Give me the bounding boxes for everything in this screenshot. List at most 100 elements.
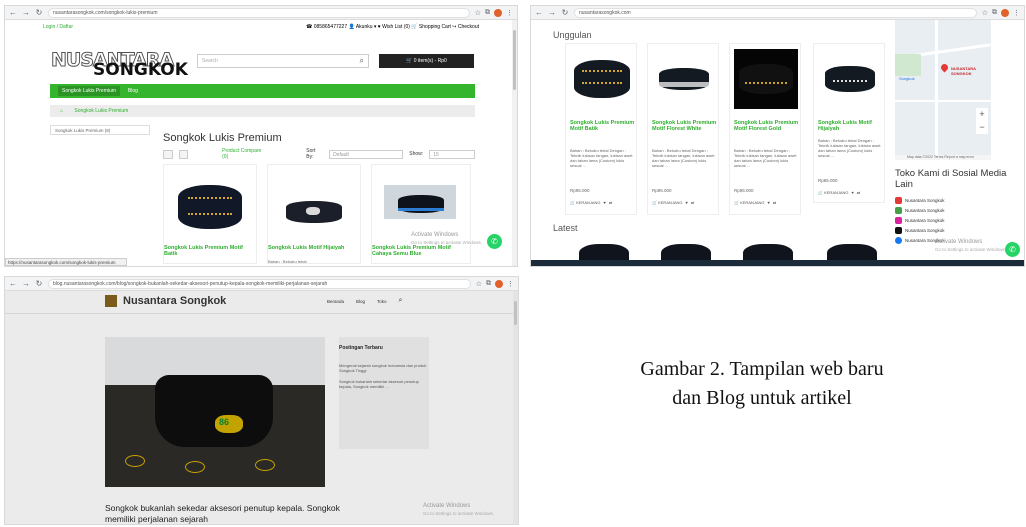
wishlist-icon[interactable]: ♥	[852, 190, 854, 195]
extensions-icon[interactable]: ⧉	[485, 9, 490, 17]
back-icon[interactable]: ←	[9, 279, 17, 288]
star-icon[interactable]: ☆	[475, 9, 481, 17]
account-links[interactable]: ☎ 085865477227 👤 Akunku ▾ ♥ Wish List (0…	[306, 24, 479, 30]
recent-post-link[interactable]: Songkok bukanlah sekedar aksesori penutu…	[339, 379, 429, 389]
menu-toko[interactable]: Toko	[377, 299, 387, 305]
add-to-cart-button[interactable]: 🛒 KERANJANG	[734, 200, 765, 205]
logo-bottom-text: SONGKOK	[93, 60, 188, 80]
star-icon[interactable]: ☆	[982, 9, 988, 17]
product-image[interactable]	[652, 49, 716, 109]
reload-icon[interactable]: ↻	[561, 8, 569, 17]
wishlist-icon[interactable]: ♥	[604, 200, 606, 205]
search-icon[interactable]: ⌕	[360, 56, 364, 66]
profile-avatar[interactable]	[494, 8, 502, 17]
whatsapp-icon[interactable]: ✆	[487, 234, 502, 249]
product-image[interactable]	[570, 49, 634, 109]
address-bar[interactable]: nusantarasongkok.com	[574, 7, 977, 18]
white-emblem	[306, 207, 320, 215]
product-card[interactable]: Songkok Lukis Premium Motif Florest Gold…	[729, 43, 801, 215]
product-image[interactable]	[734, 49, 798, 109]
product-card[interactable]: Songkok Lukis Premium Motif Florest Whit…	[647, 43, 719, 215]
scroll-thumb[interactable]	[513, 30, 516, 90]
featured-image[interactable]: 86	[105, 337, 325, 487]
map-zoom-control[interactable]: + −	[976, 108, 988, 134]
back-icon[interactable]: ←	[9, 8, 17, 17]
home-icon[interactable]: ⌂	[60, 108, 63, 114]
social-item[interactable]: Nusantara Songkok	[895, 225, 945, 235]
search-input[interactable]: Search ⌕	[197, 54, 369, 68]
product-name[interactable]: Songkok Lukis Premium Motif Batik	[164, 245, 256, 257]
breadcrumb-item[interactable]: Songkok Lukis Premium	[74, 108, 128, 114]
product-name[interactable]: Songkok Lukis Premium Motif Cahaya Semu …	[372, 245, 470, 257]
zoom-in-icon[interactable]: +	[976, 108, 988, 121]
product-card[interactable]: Songkok Lukis Motif Hijaiyah Bahan : Bel…	[267, 164, 361, 264]
address-bar[interactable]: blog.nusantarasongkok.com/blog/songkok-b…	[48, 278, 471, 289]
back-icon[interactable]: ←	[535, 8, 543, 17]
product-card[interactable]: Songkok Lukis Premium Motif Batik	[163, 164, 257, 264]
forward-icon[interactable]: →	[22, 279, 30, 288]
sidebar-category[interactable]: Songkok Lukis Premium (8)	[50, 125, 150, 135]
profile-avatar[interactable]	[495, 279, 503, 288]
search-icon[interactable]: ⌕	[399, 297, 403, 305]
compare-icon[interactable]: ⇄	[609, 200, 612, 205]
extensions-icon[interactable]: ⧉	[992, 9, 997, 17]
profile-avatar[interactable]	[1001, 8, 1009, 17]
product-image[interactable]	[384, 185, 456, 219]
address-bar[interactable]: nusantarasongkok.com/songkok-lukis-premi…	[48, 7, 470, 18]
tiktok-icon	[895, 226, 902, 234]
add-to-cart-button[interactable]: 🛒 KERANJANG	[652, 200, 683, 205]
add-to-cart-button[interactable]: 🛒 KERANJANG	[818, 190, 849, 195]
add-to-cart-button[interactable]: 🛒 KERANJANG	[570, 200, 601, 205]
scroll-thumb[interactable]	[514, 301, 517, 325]
menu-blog[interactable]: Blog	[356, 299, 365, 305]
social-item[interactable]: Nusantara Songkok	[895, 195, 945, 205]
nav-item-songkok[interactable]: Songkok Lukis Premium	[58, 86, 120, 96]
forward-icon[interactable]: →	[22, 8, 30, 17]
extensions-icon[interactable]: ⧉	[486, 280, 491, 288]
show-select[interactable]: 15	[429, 149, 475, 159]
product-image[interactable]	[178, 185, 242, 229]
product-name[interactable]: Songkok Lukis Premium Motif Florest Gold	[734, 120, 800, 132]
star-icon[interactable]: ☆	[476, 280, 482, 288]
product-name[interactable]: Songkok Lukis Premium Motif Batik	[570, 120, 636, 132]
reload-icon[interactable]: ↻	[35, 8, 43, 17]
compare-icon[interactable]: ⇄	[773, 200, 776, 205]
compare-link[interactable]: Product Compare (0)	[222, 148, 266, 160]
wishlist-icon[interactable]: ♥	[768, 200, 770, 205]
whatsapp-icon[interactable]: ✆	[1005, 242, 1020, 257]
wishlist-icon[interactable]: ♥	[686, 200, 688, 205]
map-pin-icon[interactable]	[939, 62, 950, 73]
list-view-icon[interactable]	[163, 149, 173, 159]
product-card[interactable]: Songkok Lukis Premium Motif Batik Bahan …	[565, 43, 637, 215]
zoom-out-icon[interactable]: −	[976, 121, 988, 134]
blog-brand[interactable]: Nusantara Songkok	[105, 295, 226, 307]
social-item[interactable]: Nusantara Songkok	[895, 215, 945, 225]
google-map[interactable]: NUSANTARA SONGKOK Songkok + − Map data ©2…	[895, 20, 991, 160]
activate-title: Activate Windows	[423, 503, 471, 509]
compare-icon[interactable]: ⇄	[857, 190, 860, 195]
reload-icon[interactable]: ↻	[35, 279, 43, 288]
recent-post-link[interactable]: Mengenal sejarah songkok Indonesia dan p…	[339, 363, 429, 373]
product-image[interactable]	[286, 201, 342, 223]
cart-button[interactable]: 🛒 0 item(s) - Rp0	[379, 54, 474, 68]
menu-icon[interactable]: ⋮	[507, 280, 514, 288]
sort-select[interactable]: Default	[329, 149, 404, 159]
grid-view-icon[interactable]	[178, 149, 189, 159]
nav-item-blog[interactable]: Blog	[128, 88, 138, 94]
forward-icon[interactable]: →	[548, 8, 556, 17]
scrollbar[interactable]	[512, 20, 517, 266]
product-card[interactable]: Songkok Lukis Premium Motif Cahaya Semu …	[371, 164, 471, 264]
social-item[interactable]: Nusantara Songkok	[895, 205, 945, 215]
compare-icon[interactable]: ⇄	[691, 200, 694, 205]
menu-icon[interactable]: ⋮	[506, 9, 513, 17]
product-card[interactable]: Songkok Lukis Motif Hijaiyah Bahan : Bel…	[813, 43, 885, 203]
scrollbar[interactable]	[513, 291, 518, 524]
product-name[interactable]: Songkok Lukis Motif Hijaiyah	[268, 245, 360, 251]
menu-beranda[interactable]: Beranda	[327, 299, 344, 305]
login-link[interactable]: Login / Daftar	[43, 24, 73, 30]
product-name[interactable]: Songkok Lukis Premium Motif Florest Whit…	[652, 120, 718, 132]
product-image[interactable]	[818, 49, 882, 109]
site-logo[interactable]: NUSANTARA SONGKOK	[50, 49, 187, 81]
product-name[interactable]: Songkok Lukis Motif Hijaiyah	[818, 120, 884, 132]
menu-icon[interactable]: ⋮	[1013, 9, 1020, 17]
